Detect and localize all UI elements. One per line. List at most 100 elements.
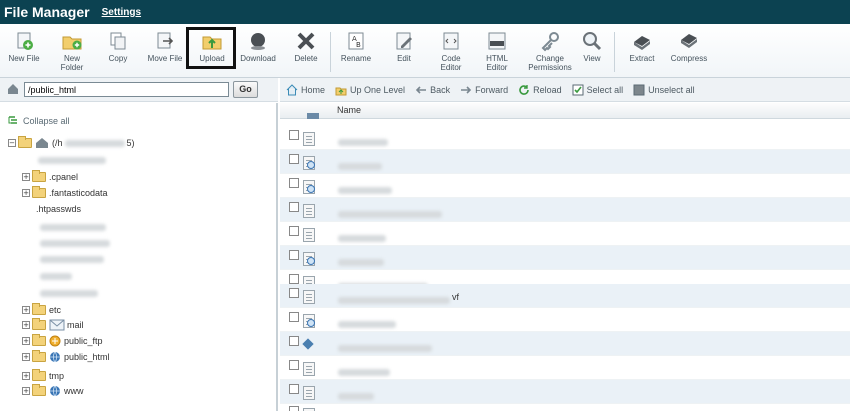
tree-item-fantasticodata[interactable]: + .fantasticodata <box>22 186 108 200</box>
file-row[interactable] <box>280 150 850 174</box>
redacted-filename <box>338 259 384 266</box>
folder-icon <box>32 384 46 396</box>
compress-button[interactable]: Compress <box>666 30 712 76</box>
folder-icon <box>32 350 46 362</box>
home-icon <box>36 138 48 148</box>
redacted-filename <box>338 393 374 400</box>
rename-button[interactable]: AB Rename <box>336 30 376 76</box>
download-button[interactable]: Download <box>236 30 280 76</box>
reload-button[interactable]: Reload <box>518 84 562 96</box>
tree-item-www[interactable]: + www <box>22 384 84 398</box>
folder-icon <box>18 136 32 148</box>
go-button[interactable]: Go <box>233 81 258 98</box>
row-checkbox[interactable] <box>289 384 299 394</box>
unchecked-box-icon <box>633 84 645 95</box>
settings-link[interactable]: Settings <box>102 7 141 18</box>
new-folder-button[interactable]: New Folder <box>52 30 92 76</box>
redacted-item <box>40 256 104 263</box>
row-checkbox[interactable] <box>289 312 299 322</box>
tree-item-mail[interactable]: + mail <box>22 318 84 332</box>
file-row[interactable] <box>280 126 850 150</box>
row-checkbox[interactable] <box>289 288 299 298</box>
tree-root[interactable]: − (/h 5) <box>8 136 135 150</box>
forward-arrow-icon <box>461 85 472 94</box>
linked-file-icon <box>303 180 315 194</box>
up-one-level-button[interactable]: Up One Level <box>335 84 405 96</box>
delete-button[interactable]: Delete <box>288 30 324 76</box>
expand-toggle[interactable]: + <box>22 387 30 395</box>
redacted-filename <box>338 321 396 328</box>
back-arrow-icon <box>415 85 427 94</box>
row-checkbox[interactable] <box>289 406 299 411</box>
file-row[interactable] <box>280 174 850 198</box>
view-button[interactable]: View <box>578 30 606 76</box>
html-editor-button[interactable]: HTML Editor <box>478 30 516 76</box>
row-checkbox[interactable] <box>289 202 299 212</box>
row-checkbox[interactable] <box>289 154 299 164</box>
compress-icon <box>681 34 697 48</box>
expand-toggle[interactable]: + <box>22 353 30 361</box>
expand-toggle[interactable]: + <box>22 337 30 345</box>
change-permissions-button[interactable]: Change Permissions <box>522 30 578 76</box>
file-row[interactable]: vf <box>280 284 850 308</box>
download-icon <box>251 33 265 50</box>
row-checkbox[interactable] <box>289 130 299 140</box>
file-row[interactable] <box>280 308 850 332</box>
path-input[interactable] <box>24 82 229 97</box>
file-row[interactable] <box>280 356 850 380</box>
tree-item-tmp[interactable]: + tmp <box>22 369 64 383</box>
expand-toggle[interactable]: + <box>22 321 30 329</box>
edit-icon <box>396 32 412 50</box>
expand-toggle[interactable]: + <box>22 173 30 181</box>
row-checkbox[interactable] <box>289 250 299 260</box>
mail-icon <box>49 319 65 331</box>
expand-toggle[interactable]: + <box>22 372 30 380</box>
back-button[interactable]: Back <box>415 84 450 96</box>
tree-item-htpasswds[interactable]: .htpasswds <box>36 202 81 216</box>
file-row[interactable] <box>280 332 850 356</box>
row-checkbox[interactable] <box>289 226 299 236</box>
row-checkbox[interactable] <box>289 336 299 346</box>
file-row[interactable] <box>280 246 850 270</box>
new-file-icon <box>17 32 33 50</box>
forward-button[interactable]: Forward <box>460 84 508 96</box>
collapse-toggle[interactable]: − <box>8 139 16 147</box>
file-icon <box>303 132 315 146</box>
file-list: Name vf <box>280 103 850 411</box>
file-icon <box>303 290 315 304</box>
tree-item-public-html[interactable]: + public_html <box>22 350 110 364</box>
tree-item-etc[interactable]: + etc <box>22 303 61 317</box>
file-row[interactable] <box>280 402 850 411</box>
new-file-button[interactable]: New File <box>4 30 44 76</box>
code-editor-icon <box>443 32 459 50</box>
extract-icon <box>634 36 650 50</box>
file-row[interactable] <box>280 222 850 246</box>
name-column-header[interactable]: Name <box>337 105 361 115</box>
edit-button[interactable]: Edit <box>386 30 422 76</box>
unselect-all-button[interactable]: Unselect all <box>633 84 695 96</box>
home-button[interactable]: Home <box>286 83 325 96</box>
file-row[interactable] <box>280 380 850 404</box>
move-file-button[interactable]: Move File <box>142 30 188 76</box>
folder-icon <box>32 318 46 330</box>
row-checkbox[interactable] <box>289 360 299 370</box>
ftp-icon <box>49 335 61 347</box>
upload-highlight-frame <box>186 27 236 69</box>
file-row[interactable] <box>280 198 850 222</box>
toolbar: New File New Folder Copy Move File Uploa… <box>0 24 850 78</box>
collapse-all-link[interactable]: Collapse all <box>8 116 70 126</box>
expand-toggle[interactable]: + <box>22 306 30 314</box>
delete-icon <box>297 32 315 50</box>
copy-button[interactable]: Copy <box>100 30 136 76</box>
row-checkbox[interactable] <box>289 274 299 284</box>
copy-icon <box>110 32 126 50</box>
folder-icon <box>32 303 46 315</box>
select-all-button[interactable]: Select all <box>572 84 623 96</box>
code-editor-button[interactable]: Code Editor <box>432 30 470 76</box>
tree-item-public-ftp[interactable]: + public_ftp <box>22 334 103 348</box>
tree-item-cpanel[interactable]: + .cpanel <box>22 170 78 184</box>
folder-icon <box>32 170 46 182</box>
row-checkbox[interactable] <box>289 178 299 188</box>
extract-button[interactable]: Extract <box>624 30 660 76</box>
expand-toggle[interactable]: + <box>22 189 30 197</box>
